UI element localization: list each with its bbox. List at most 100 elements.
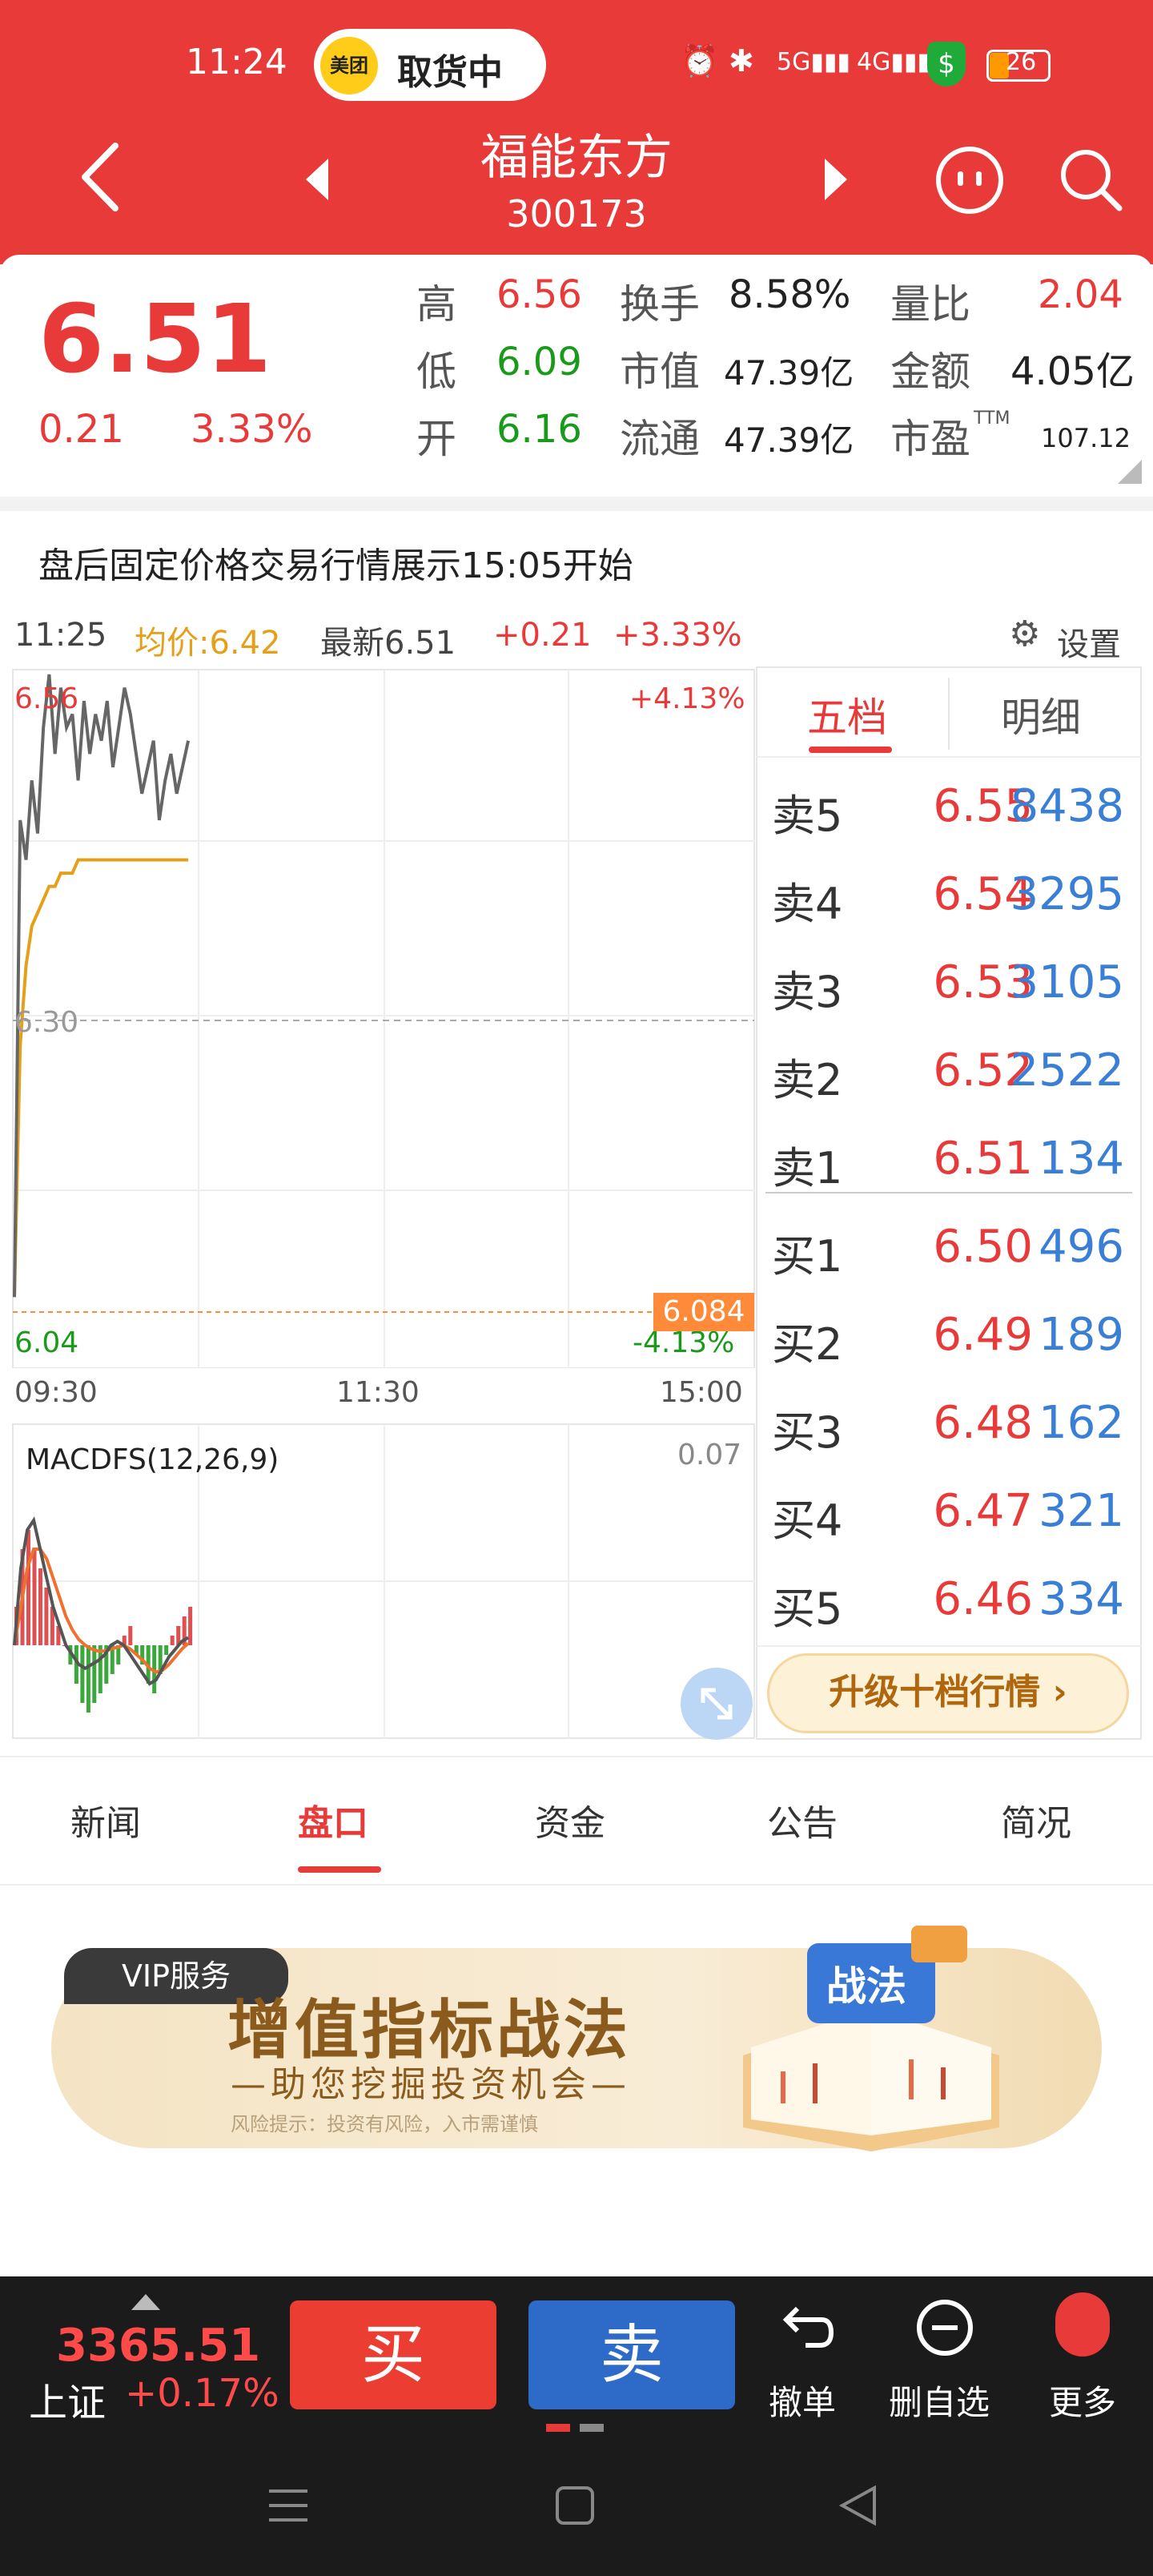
bid-row[interactable]: 买3 6.48 162 <box>756 1378 1140 1466</box>
app-header: 11:24 美团 取货中 ⏰ ✱ 5G▮▮▮ 4G▮▮▮ $ 26 福能东方 3… <box>0 0 1153 264</box>
ask-label: 卖4 <box>772 879 843 929</box>
ask-label: 卖5 <box>772 791 843 841</box>
signal-5g-icon: 5G▮▮▮ <box>777 48 850 76</box>
y-bottom-label: 6.04 <box>14 1326 79 1359</box>
macd-label: MACDFS(12,26,9) <box>26 1443 279 1476</box>
bid-price: 6.49 <box>933 1309 1033 1361</box>
section-divider <box>0 497 1153 511</box>
next-stock-icon[interactable] <box>820 155 852 203</box>
ask-volume: 2522 <box>1010 1044 1124 1097</box>
back-icon[interactable] <box>836 2483 881 2528</box>
sell-button[interactable]: 卖 <box>528 2300 735 2409</box>
ask-row[interactable]: 卖5 6.55 8438 <box>756 761 1140 849</box>
open-value: 6.16 <box>496 407 582 452</box>
tab-news[interactable]: 新闻 <box>70 1794 141 1845</box>
high-value: 6.56 <box>496 272 582 317</box>
x-tick-noon: 11:30 <box>336 1376 420 1409</box>
fullscreen-button[interactable] <box>681 1668 753 1740</box>
pct-bottom-label: -4.13% <box>633 1326 735 1359</box>
ask-row[interactable]: 卖4 6.54 3295 <box>756 849 1140 937</box>
index-expand-icon[interactable] <box>130 2292 162 2312</box>
tab-order-book[interactable]: 盘口 <box>298 1794 368 1845</box>
chart-avg: 均价:6.42 <box>135 625 281 662</box>
ob-header-divider <box>756 756 1142 758</box>
ask-volume: 3295 <box>1010 868 1124 920</box>
intraday-chart[interactable] <box>0 666 756 1368</box>
home-icon[interactable] <box>552 2483 597 2528</box>
bid-label: 买5 <box>772 1584 843 1634</box>
upgrade-ten-levels-button[interactable]: 升级十档行情 › <box>767 1653 1129 1733</box>
ask-price: 6.51 <box>933 1133 1033 1185</box>
bid-volume: 321 <box>1039 1485 1124 1537</box>
bid-row[interactable]: 买4 6.47 321 <box>756 1466 1140 1554</box>
menu-icon[interactable] <box>266 2483 311 2528</box>
signal-4g-icon: 4G▮▮▮ <box>857 48 930 76</box>
tab-detail[interactable]: 明细 <box>1001 686 1081 743</box>
bluetooth-icon: ✱ <box>729 43 754 78</box>
turnover-label: 换手 <box>620 281 700 328</box>
bid-label: 买4 <box>772 1495 843 1546</box>
tab-divider <box>948 678 950 750</box>
more-icon[interactable] <box>1055 2292 1110 2357</box>
macd-bar <box>32 1549 37 1645</box>
app-root: 11:24 美团 取货中 ⏰ ✱ 5G▮▮▮ 4G▮▮▮ $ 26 福能东方 3… <box>0 0 1153 2576</box>
chart-pct: +3.33% <box>613 617 742 654</box>
tab-indicator <box>809 747 892 753</box>
ask-label: 卖3 <box>772 967 843 1017</box>
page-indicator <box>580 2424 604 2432</box>
bid-price: 6.47 <box>933 1485 1033 1537</box>
bid-row[interactable]: 买5 6.46 334 <box>756 1554 1140 1642</box>
security-shield-icon: $ <box>927 42 966 87</box>
ask-label: 卖1 <box>772 1143 843 1193</box>
ask-row[interactable]: 卖2 6.52 2522 <box>756 1025 1140 1113</box>
turnover-value: 8.58% <box>729 272 851 317</box>
remove-watchlist-icon[interactable] <box>913 2296 977 2360</box>
amount-value: 4.05亿 <box>1010 349 1135 394</box>
expand-corner-icon[interactable] <box>1118 460 1142 484</box>
tabs-top-divider <box>0 1756 1153 1757</box>
banner-risk-note: 风险提示：投资有风险，入市需谨慎 <box>231 2113 538 2135</box>
bid-label: 买3 <box>772 1407 843 1458</box>
chart-chg: +0.21 <box>493 617 592 654</box>
remove-watchlist-label[interactable]: 删自选 <box>889 2376 990 2425</box>
macd-bar <box>170 1636 175 1645</box>
buy-button[interactable]: 买 <box>290 2300 496 2409</box>
macd-bar <box>44 1588 49 1645</box>
expand-arrows-icon <box>701 1688 733 1720</box>
assistant-face-icon[interactable] <box>934 144 1006 216</box>
y-top-label: 6.56 <box>14 682 79 715</box>
open-label: 开 <box>416 416 456 462</box>
macd-bar <box>26 1530 30 1645</box>
bid-label: 买2 <box>772 1319 843 1370</box>
search-icon[interactable] <box>1057 146 1124 213</box>
bid-row[interactable]: 买2 6.49 189 <box>756 1290 1140 1378</box>
ask-row[interactable]: 卖1 6.51 134 <box>756 1113 1140 1201</box>
bid-row[interactable]: 买1 6.50 496 <box>756 1201 1140 1290</box>
quote-panel: 6.51 0.21 3.33% 高 6.56 低 6.09 开 6.16 换手 … <box>0 255 1153 495</box>
ob-footer-divider <box>756 1645 1142 1647</box>
more-label[interactable]: 更多 <box>1049 2376 1116 2425</box>
bid-label: 买1 <box>772 1231 843 1282</box>
ask-row[interactable]: 卖3 6.53 3105 <box>756 937 1140 1025</box>
alarm-icon: ⏰ <box>681 43 719 78</box>
ask-volume: 3105 <box>1010 956 1124 1008</box>
tab-profile[interactable]: 简况 <box>1001 1794 1071 1845</box>
price-line <box>13 674 191 1298</box>
ask-volume: 8438 <box>1010 780 1124 832</box>
index-value[interactable]: 3365.51 <box>56 2320 260 2372</box>
tabs-bottom-divider <box>0 1884 1153 1886</box>
high-label: 高 <box>416 281 456 328</box>
tab-five-levels[interactable]: 五档 <box>807 686 887 743</box>
macd-bar <box>188 1607 193 1645</box>
cancel-order-label[interactable]: 撤单 <box>769 2376 836 2425</box>
chart-settings-label[interactable]: 设置 <box>1057 618 1121 665</box>
tab-funds[interactable]: 资金 <box>535 1794 605 1845</box>
macd-bar <box>80 1645 85 1703</box>
low-label: 低 <box>416 348 456 395</box>
chart-settings-gear-icon[interactable]: ⚙ <box>1009 614 1040 654</box>
macd-bar <box>92 1645 97 1703</box>
undo-icon[interactable] <box>773 2296 838 2360</box>
mktcap-label: 市值 <box>620 348 700 395</box>
tab-announcements[interactable]: 公告 <box>767 1794 838 1845</box>
pe-value: 107.12 <box>1041 423 1131 453</box>
